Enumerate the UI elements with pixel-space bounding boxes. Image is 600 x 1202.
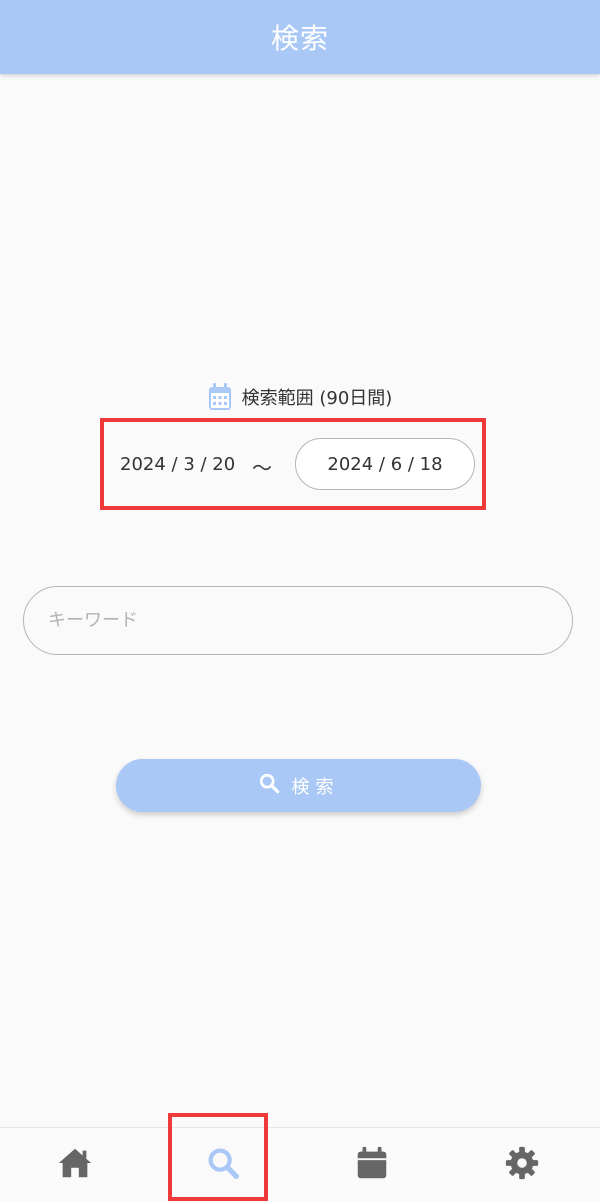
date-separator: 〜	[252, 456, 272, 480]
bottom-nav	[0, 1127, 600, 1202]
calendar-icon	[208, 383, 232, 411]
search-button-label: 検索	[291, 776, 340, 798]
page-title: 検索	[270, 22, 329, 55]
home-icon	[56, 1144, 94, 1186]
nav-calendar[interactable]	[327, 1128, 417, 1202]
search-button[interactable]: 検索	[116, 759, 481, 812]
header-bar: 検索	[0, 0, 600, 74]
nav-search-highlight	[168, 1113, 268, 1201]
keyword-input[interactable]	[23, 586, 573, 655]
calendar-icon	[353, 1144, 391, 1186]
search-range-label: 検索範囲 (90日間)	[0, 383, 600, 411]
end-date-value: 2024 / 6 / 18	[327, 453, 443, 475]
nav-home[interactable]	[30, 1128, 120, 1202]
search-icon	[258, 772, 280, 799]
start-date-field[interactable]: 2024 / 3 / 20	[120, 454, 235, 475]
nav-settings[interactable]	[477, 1128, 567, 1202]
gear-icon	[503, 1144, 541, 1186]
search-range-text: 検索範囲 (90日間)	[241, 388, 393, 409]
end-date-field[interactable]: 2024 / 6 / 18	[295, 438, 475, 490]
